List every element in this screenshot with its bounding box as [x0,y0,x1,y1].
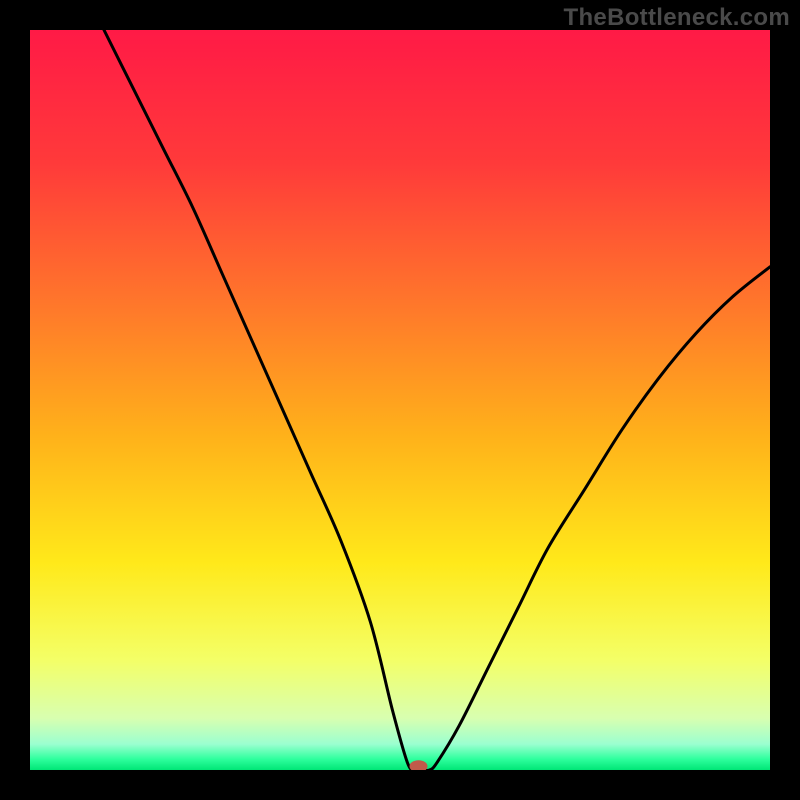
bottleneck-plot [0,0,800,800]
chart-frame: TheBottleneck.com [0,0,800,800]
gradient-background [30,30,770,770]
optimum-marker [410,760,428,772]
watermark-text: TheBottleneck.com [564,4,790,32]
